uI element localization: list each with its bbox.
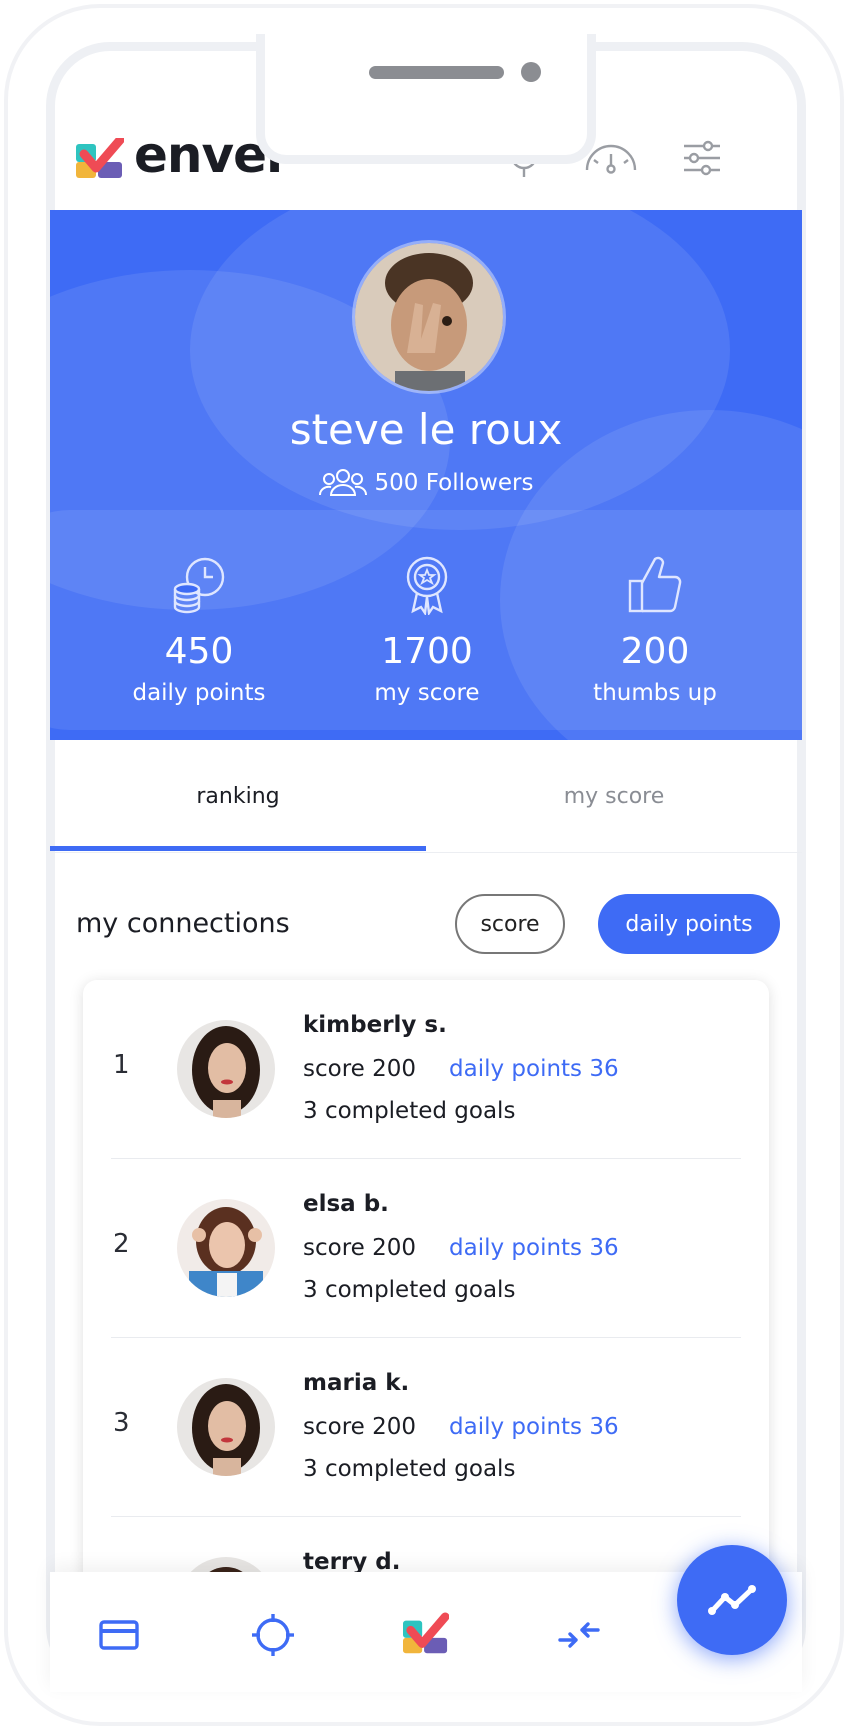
avatar — [177, 1378, 275, 1476]
stat-label: my score — [374, 680, 480, 706]
tab-ranking[interactable]: ranking — [50, 784, 426, 809]
followers-count[interactable]: 500 Followers — [50, 468, 802, 496]
filter-daily-points-button[interactable]: daily points — [598, 894, 780, 954]
connection-daily-points: daily points 36 — [449, 1414, 619, 1440]
tab-my-score[interactable]: my score — [426, 784, 802, 809]
thumbs-up-icon — [628, 556, 682, 613]
connection-score: score 200 — [303, 1414, 417, 1440]
settings-sliders-icon[interactable] — [680, 136, 724, 180]
list-item[interactable]: 2 elsa b. score 200 daily points 36 3 co… — [83, 1159, 769, 1338]
trend-line-icon — [708, 1585, 756, 1615]
connection-score: score 200 — [303, 1235, 417, 1261]
rank-number: 3 — [113, 1408, 130, 1438]
transfer-arrows-icon[interactable] — [556, 1612, 602, 1658]
rank-number: 2 — [113, 1229, 130, 1259]
envel-logo-icon[interactable] — [403, 1612, 449, 1658]
avatar — [177, 1199, 275, 1297]
coins-clock-icon — [173, 557, 225, 614]
connection-daily-points: daily points 36 — [449, 1056, 619, 1082]
connection-goals: 3 completed goals — [303, 1098, 516, 1124]
stat-value: 1700 — [381, 631, 473, 672]
connection-goals: 3 completed goals — [303, 1456, 516, 1482]
connection-name: elsa b. — [303, 1191, 389, 1217]
trend-fab-button[interactable] — [677, 1545, 787, 1655]
award-badge-icon — [406, 556, 448, 617]
speaker-grille — [369, 66, 504, 79]
connections-list: 1 kimberly s. score 200 daily points 36 … — [83, 980, 769, 1600]
device-notch — [256, 34, 596, 166]
followers-icon — [318, 469, 367, 496]
connection-score: score 200 — [303, 1056, 417, 1082]
connection-goals: 3 completed goals — [303, 1277, 516, 1303]
list-item[interactable]: 3 maria k. score 200 daily points 36 3 c… — [83, 1338, 769, 1517]
stat-label: thumbs up — [593, 680, 717, 706]
active-tab-indicator — [50, 846, 426, 851]
profile-name: steve le roux — [289, 405, 563, 454]
rank-number: 1 — [113, 1050, 130, 1080]
app-screen: envel steve le roux 500 Followers 450 da… — [50, 50, 802, 1692]
stat-my-score: 1700 my score — [312, 555, 542, 706]
avatar — [177, 1020, 275, 1118]
list-item[interactable]: 1 kimberly s. score 200 daily points 36 … — [83, 980, 769, 1159]
filter-score-button[interactable]: score — [455, 894, 565, 954]
stat-daily-points: 450 daily points — [84, 555, 314, 706]
followers-label: 500 Followers — [374, 470, 534, 496]
connection-name: maria k. — [303, 1370, 410, 1396]
stat-value: 200 — [620, 631, 690, 672]
stat-value: 450 — [164, 631, 234, 672]
profile-avatar[interactable] — [352, 240, 506, 394]
notch-shape — [256, 34, 596, 164]
stat-thumbs-up: 200 thumbs up — [540, 555, 770, 706]
envel-logo-icon[interactable] — [76, 138, 124, 180]
target-icon[interactable] — [250, 1612, 296, 1658]
profile-hero: steve le roux 500 Followers 450 daily po… — [50, 210, 802, 740]
card-icon[interactable] — [96, 1612, 142, 1658]
connection-name: kimberly s. — [303, 1012, 447, 1038]
front-camera — [521, 62, 541, 82]
stat-label: daily points — [132, 680, 266, 706]
connection-daily-points: daily points 36 — [449, 1235, 619, 1261]
tab-bar: ranking my score — [50, 740, 802, 853]
connections-title: my connections — [76, 908, 290, 939]
